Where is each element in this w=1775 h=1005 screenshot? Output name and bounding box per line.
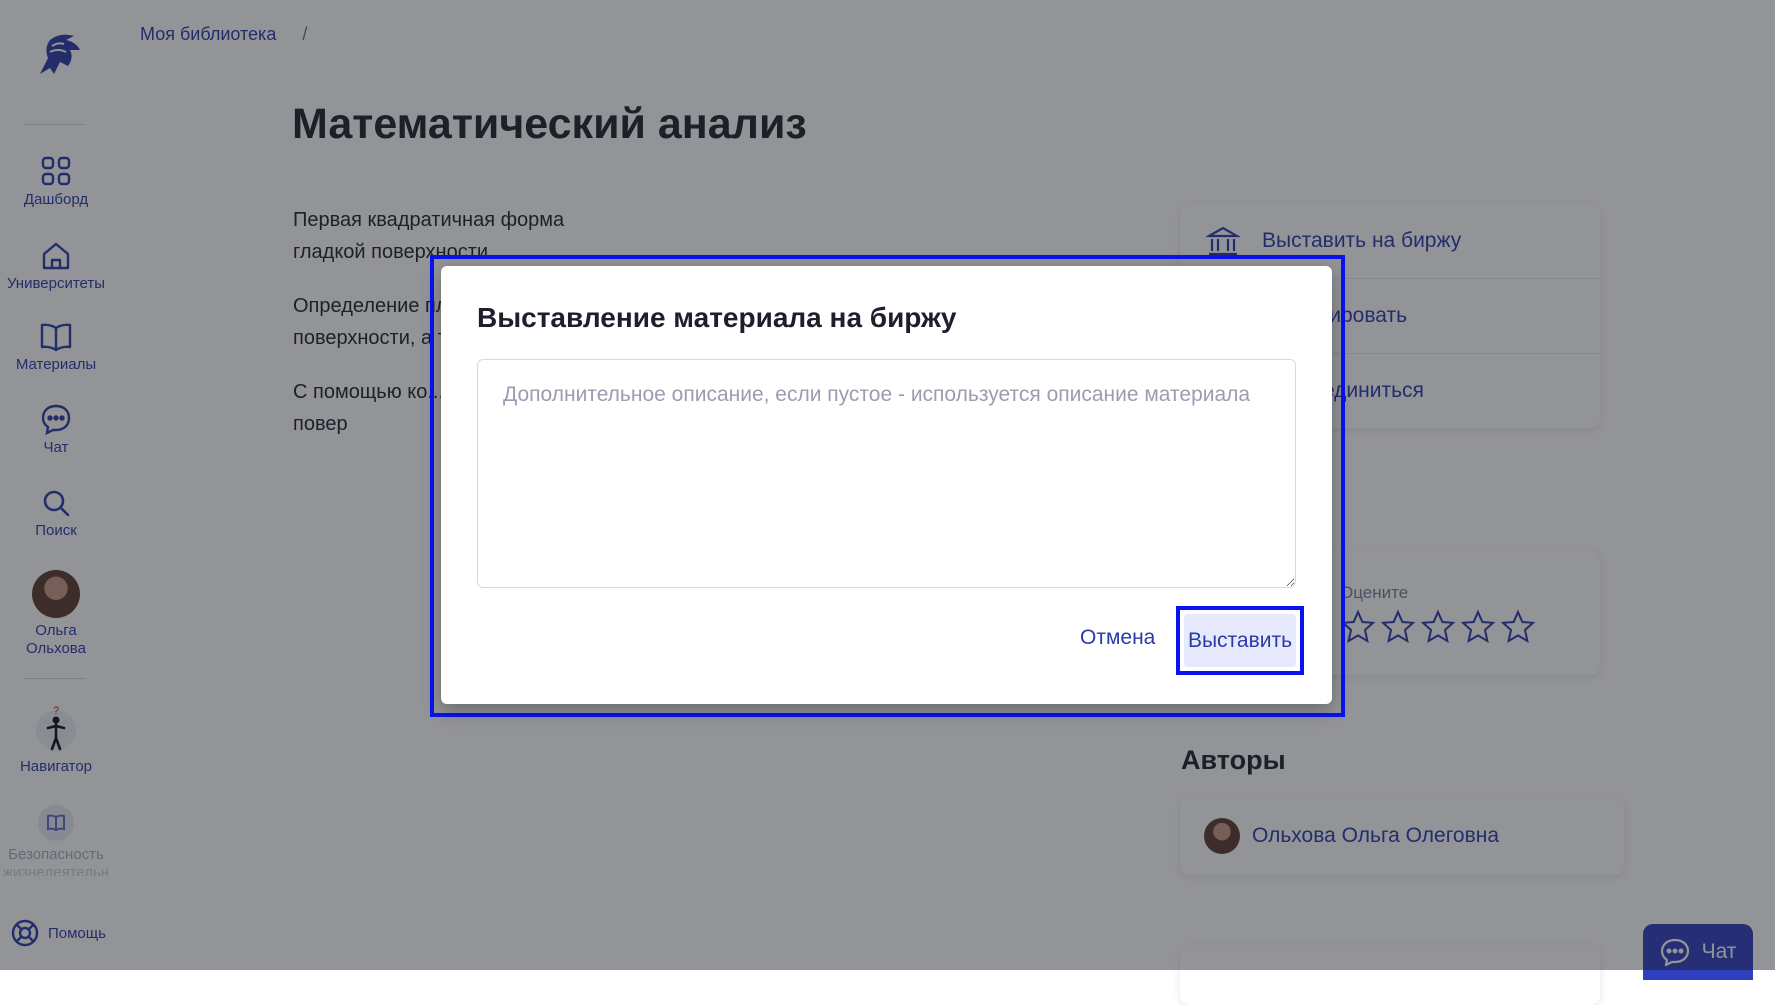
- description-textarea[interactable]: [477, 359, 1296, 588]
- dialog-title: Выставление материала на биржу: [477, 302, 957, 333]
- cancel-button[interactable]: Отмена: [1080, 626, 1155, 650]
- submit-button[interactable]: Выставить: [1184, 614, 1296, 667]
